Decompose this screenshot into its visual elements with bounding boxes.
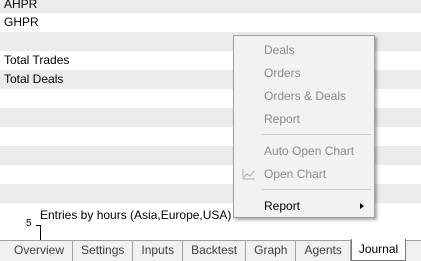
menu-separator (262, 189, 371, 190)
row-label: Total Deals (4, 72, 64, 86)
menu-separator (262, 134, 371, 135)
menu-item-report[interactable]: Report (234, 108, 374, 130)
menu-item-open-chart[interactable]: Open Chart (234, 163, 374, 185)
tab-agents[interactable]: Agents (296, 241, 351, 261)
tab-journal[interactable]: Journal (350, 239, 407, 261)
chart-title: Entries by hours (Asia,Europe,USA) (40, 208, 232, 222)
y-axis-tick-label: 5 (26, 218, 32, 229)
context-menu: Deals Orders Orders & Deals Report Auto … (233, 35, 375, 218)
menu-item-orders-deals[interactable]: Orders & Deals (234, 85, 374, 107)
tab-backtest[interactable]: Backtest (183, 241, 247, 261)
tab-settings[interactable]: Settings (73, 241, 134, 261)
menu-item-deals[interactable]: Deals (234, 39, 374, 61)
tab-graph[interactable]: Graph (246, 241, 297, 261)
menu-item-orders[interactable]: Orders (234, 62, 374, 84)
tab-inputs[interactable]: Inputs (133, 241, 184, 261)
menu-item-label: Open Chart (264, 167, 327, 181)
chart-line-icon (242, 169, 255, 180)
table-row: GHPR (0, 13, 421, 32)
menu-item-label: Report (264, 199, 301, 213)
menu-item-auto-open-chart[interactable]: Auto Open Chart (234, 140, 374, 162)
row-label: GHPR (4, 15, 39, 29)
tab-overview[interactable]: Overview (6, 241, 74, 261)
row-label: AHPR (4, 0, 38, 11)
table-row: AHPR (0, 0, 421, 13)
y-axis (40, 225, 41, 240)
tester-tabs: Overview Settings Inputs Backtest Graph … (0, 239, 421, 261)
row-label: Total Trades (4, 53, 70, 67)
submenu-arrow-icon (360, 203, 364, 209)
menu-item-report-submenu[interactable]: Report (234, 195, 374, 217)
